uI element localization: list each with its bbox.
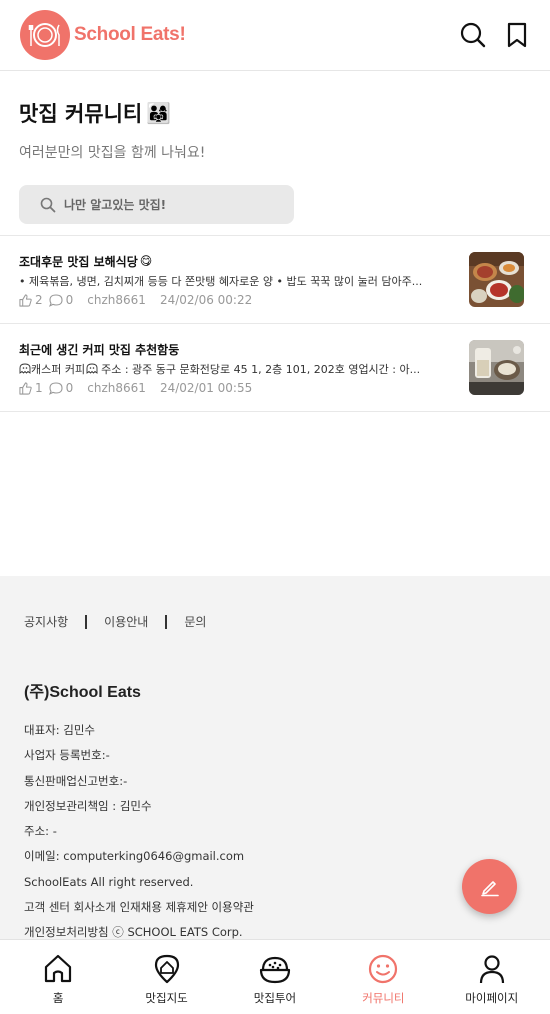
search-small-icon [40, 197, 56, 212]
brand-name: School Eats! [74, 24, 186, 45]
ghost-icon [86, 363, 98, 374]
cafe-name: 캐스퍼 커피 [31, 363, 86, 376]
nav-item-mypage[interactable]: 마이페이지 [442, 940, 542, 1014]
post-thumbnail[interactable] [469, 252, 524, 307]
page-subtitle: 여러분만의 맛집을 함께 나눠요! [19, 145, 206, 161]
page-title: 맛집 커뮤니티 👨‍👩‍👧 [19, 98, 531, 128]
family-emoji-icon: 👨‍👩‍👧 [146, 101, 172, 125]
post-title-text: 최근에 생긴 커피 맛집 추천함둥 [19, 342, 180, 357]
post-list: 조대후문 맛집 보해식당 😋 • 제육볶음, 냉면, 김치찌개 등등 다 쫀맛탱… [0, 235, 550, 412]
comment-count: 0 [65, 381, 74, 395]
pencil-icon [480, 880, 499, 896]
post-item[interactable]: 조대후문 맛집 보해식당 😋 • 제육볶음, 냉면, 김치찌개 등등 다 쫀맛탱… [0, 236, 550, 324]
map-pin-icon [150, 952, 184, 986]
like-count: 1 [35, 381, 43, 395]
thumbs-up-icon[interactable] [19, 293, 32, 307]
post-author: chzh8661 [87, 381, 146, 395]
like-count: 2 [35, 293, 43, 307]
post-title-text: 조대후문 맛집 보해식당 [19, 254, 138, 269]
comment-count: 0 [65, 293, 74, 307]
comment-icon[interactable] [48, 381, 63, 395]
divider [165, 614, 168, 629]
search-bar[interactable] [19, 185, 294, 224]
post-summary: • 제육볶음, 냉면, 김치찌개 등등 다 쫀맛탱 혜자로운 양 • 밥도 꾹꾹… [19, 275, 423, 288]
footer-link-notice[interactable]: 공지사항 [24, 613, 68, 630]
info-line: 개인정보관리책임 : 김민수 [24, 798, 152, 813]
bookmark-icon[interactable] [502, 20, 532, 50]
title-section: 맛집 커뮤니티 👨‍👩‍👧 여러분만의 맛집을 함께 나눠요! [19, 98, 531, 162]
thumbs-up-icon[interactable] [19, 381, 32, 395]
post-thumbnail[interactable] [469, 340, 524, 395]
smile-icon [366, 952, 400, 986]
post-date: 24/02/06 00:22 [159, 293, 253, 307]
nav-item-map[interactable]: 맛집지도 [117, 940, 217, 1014]
nav-label: 커뮤니티 [362, 991, 405, 1005]
nav-label: 홈 [52, 991, 64, 1005]
info-line: 통신판매업신고번호:- [24, 773, 128, 788]
post-summary: 캐스퍼 커피 주소 : 광주 동구 문화전당로 45 1, 2층 101, 202… [19, 361, 439, 376]
info-line: 대표자: 김민수 [24, 723, 96, 737]
page-title-text: 맛집 커뮤니티 [19, 102, 143, 126]
brand[interactable]: School Eats! [20, 10, 186, 60]
nav-item-tour[interactable]: 맛집투어 [225, 940, 325, 1014]
search-input[interactable] [64, 197, 264, 212]
nav-label: 마이페이지 [465, 991, 519, 1005]
company-name: (주)School Eats [24, 684, 141, 701]
post-item[interactable]: 최근에 생긴 커피 맛집 추천함둥 캐스퍼 커피 주소 : 광주 동구 문화전당로… [0, 324, 550, 412]
footer-link-inquiry[interactable]: 문의 [184, 613, 206, 630]
logo-icon [20, 10, 70, 60]
yum-emoji-icon: 😋 [139, 254, 153, 268]
post-date: 24/02/01 00:55 [159, 381, 253, 395]
home-icon [41, 952, 75, 986]
rice-bowl-icon [258, 952, 292, 986]
company-info: 대표자: 김민수 사업자 등록번호:- 통신판매업신고번호:- 개인정보관리책임… [24, 722, 550, 950]
divider [85, 614, 88, 629]
top-header: School Eats! [0, 0, 550, 71]
bottom-nav: 홈 맛집지도 맛집투어 커뮤니티 마이페이지 [0, 939, 550, 1014]
post-author: chzh8661 [87, 293, 146, 307]
ghost-icon [19, 363, 31, 374]
info-line: 주소: - [24, 824, 57, 839]
footer-link-guide[interactable]: 이용안내 [104, 613, 148, 630]
write-post-button[interactable] [462, 859, 517, 914]
nav-label: 맛집지도 [145, 991, 188, 1005]
user-icon [475, 952, 509, 986]
search-icon[interactable] [458, 20, 488, 50]
header-actions [458, 20, 532, 50]
footer-links: 공지사항 이용안내 문의 [24, 613, 550, 630]
nav-item-home[interactable]: 홈 [8, 940, 108, 1014]
nav-label: 맛집투어 [253, 991, 297, 1005]
post-summary-text: 주소 : 광주 동구 문화전당로 45 1, 2층 101, 202호 영업시간… [101, 363, 421, 376]
nav-item-community[interactable]: 커뮤니티 [333, 940, 433, 1014]
info-line: 사업자 등록번호:- [24, 748, 110, 763]
comment-icon[interactable] [48, 293, 63, 307]
